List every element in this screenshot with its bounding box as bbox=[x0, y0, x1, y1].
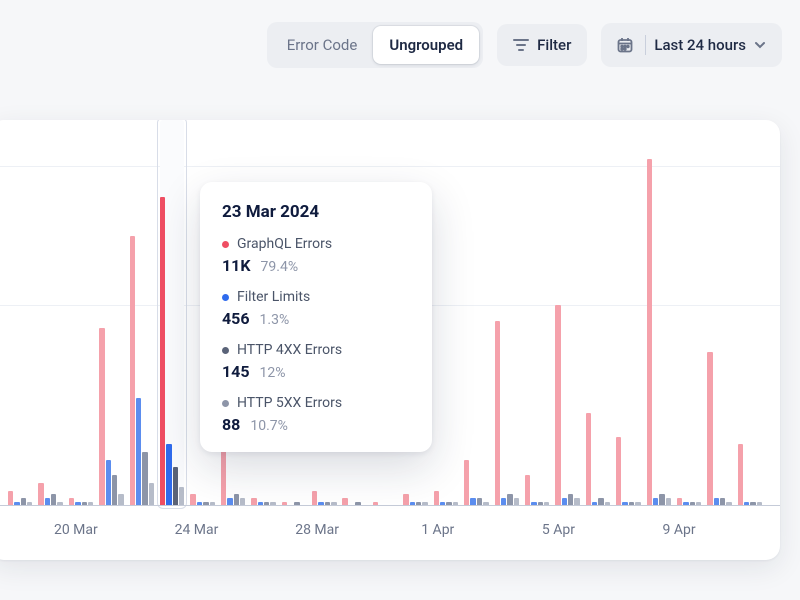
filter-icon bbox=[513, 38, 529, 52]
chart-day-group[interactable] bbox=[738, 120, 762, 506]
bar-graphql bbox=[99, 328, 104, 506]
calendar-icon bbox=[617, 37, 633, 53]
chart-day-group[interactable] bbox=[616, 120, 640, 506]
filter-label: Filter bbox=[537, 36, 571, 54]
chart-day-group[interactable] bbox=[495, 120, 519, 506]
x-tick: 9 Apr bbox=[663, 522, 696, 538]
bar-graphql bbox=[647, 159, 652, 506]
bar-graphql bbox=[434, 491, 439, 506]
chart-day-group[interactable] bbox=[707, 120, 731, 506]
bar-graphql bbox=[130, 236, 135, 506]
series-dot bbox=[222, 241, 229, 248]
chart-day-group[interactable] bbox=[525, 120, 549, 506]
bar-graphql bbox=[8, 491, 13, 506]
tooltip-pct: 12% bbox=[260, 365, 286, 381]
x-axis: 20 Mar 24 Mar 28 Mar 1 Apr 5 Apr 9 Apr bbox=[8, 506, 762, 560]
tooltip-count: 456 bbox=[222, 309, 250, 328]
x-tick: 28 Mar bbox=[295, 522, 339, 538]
tooltip-row: Filter Limits 456 1.3% bbox=[222, 289, 410, 328]
chart-day-group[interactable] bbox=[586, 120, 610, 506]
chart-day-group[interactable] bbox=[8, 120, 32, 506]
chart-tooltip: 23 Mar 2024 GraphQL Errors 11K 79.4% Filter… bbox=[200, 182, 432, 452]
tooltip-pct: 10.7% bbox=[250, 418, 288, 434]
tooltip-series-label: GraphQL Errors bbox=[237, 236, 332, 252]
bar-filter bbox=[166, 444, 171, 506]
bar-filter bbox=[136, 398, 141, 506]
tooltip-row: GraphQL Errors 11K 79.4% bbox=[222, 236, 410, 275]
bar-graphql bbox=[38, 483, 43, 506]
bar-graphql bbox=[160, 197, 165, 506]
bar-filter bbox=[106, 460, 111, 506]
bar-graphql bbox=[616, 437, 621, 506]
bar-graphql bbox=[495, 321, 500, 506]
bar-http5xx bbox=[179, 487, 184, 506]
chart-day-group[interactable] bbox=[464, 120, 488, 506]
bar-http5xx bbox=[149, 483, 154, 506]
bar-graphql bbox=[525, 475, 530, 506]
grouping-segmented-control: Error Code Ungrouped bbox=[267, 22, 483, 68]
bar-graphql bbox=[586, 413, 591, 506]
bar-graphql bbox=[738, 444, 743, 506]
x-tick: 1 Apr bbox=[421, 522, 454, 538]
x-tick: 20 Mar bbox=[54, 522, 98, 538]
x-tick: 5 Apr bbox=[542, 522, 575, 538]
bar-http4xx bbox=[142, 452, 147, 506]
chart-day-group[interactable] bbox=[99, 120, 123, 506]
toolbar: Error Code Ungrouped Filter Last 24 hour… bbox=[267, 22, 782, 68]
bar-http4xx bbox=[173, 467, 178, 506]
chart-day-group[interactable] bbox=[130, 120, 154, 506]
chevron-down-icon bbox=[754, 39, 766, 51]
tooltip-count: 88 bbox=[222, 415, 240, 434]
filter-button[interactable]: Filter bbox=[497, 24, 587, 66]
bar-http4xx bbox=[112, 475, 117, 506]
tooltip-row: HTTP 5XX Errors 88 10.7% bbox=[222, 395, 410, 434]
tooltip-pct: 79.4% bbox=[261, 259, 299, 275]
chart-day-group[interactable] bbox=[38, 120, 62, 506]
seg-ungrouped[interactable]: Ungrouped bbox=[373, 26, 479, 64]
tooltip-row: HTTP 4XX Errors 145 12% bbox=[222, 342, 410, 381]
chart-day-group[interactable] bbox=[647, 120, 671, 506]
tooltip-pct: 1.3% bbox=[260, 312, 290, 328]
chart-day-group[interactable] bbox=[555, 120, 579, 506]
chart-day-group[interactable] bbox=[677, 120, 701, 506]
series-dot bbox=[222, 294, 229, 301]
bar-graphql bbox=[312, 491, 317, 506]
bar-graphql bbox=[707, 352, 712, 506]
tooltip-series-label: HTTP 5XX Errors bbox=[237, 395, 342, 411]
series-dot bbox=[222, 400, 229, 407]
tooltip-count: 11K bbox=[222, 256, 251, 275]
tooltip-date: 23 Mar 2024 bbox=[222, 202, 410, 222]
series-dot bbox=[222, 347, 229, 354]
tooltip-series-label: Filter Limits bbox=[237, 289, 310, 305]
divider bbox=[645, 35, 646, 55]
x-tick: 24 Mar bbox=[175, 522, 219, 538]
seg-error-code[interactable]: Error Code bbox=[271, 26, 374, 64]
date-range-button[interactable]: Last 24 hours bbox=[601, 23, 782, 67]
bar-graphql bbox=[555, 305, 560, 506]
bar-graphql bbox=[464, 460, 469, 506]
chart-day-group[interactable] bbox=[160, 120, 184, 506]
date-range-label: Last 24 hours bbox=[654, 36, 746, 54]
tooltip-count: 145 bbox=[222, 362, 250, 381]
tooltip-series-label: HTTP 4XX Errors bbox=[237, 342, 342, 358]
chart-day-group[interactable] bbox=[434, 120, 458, 506]
chart-day-group[interactable] bbox=[69, 120, 93, 506]
